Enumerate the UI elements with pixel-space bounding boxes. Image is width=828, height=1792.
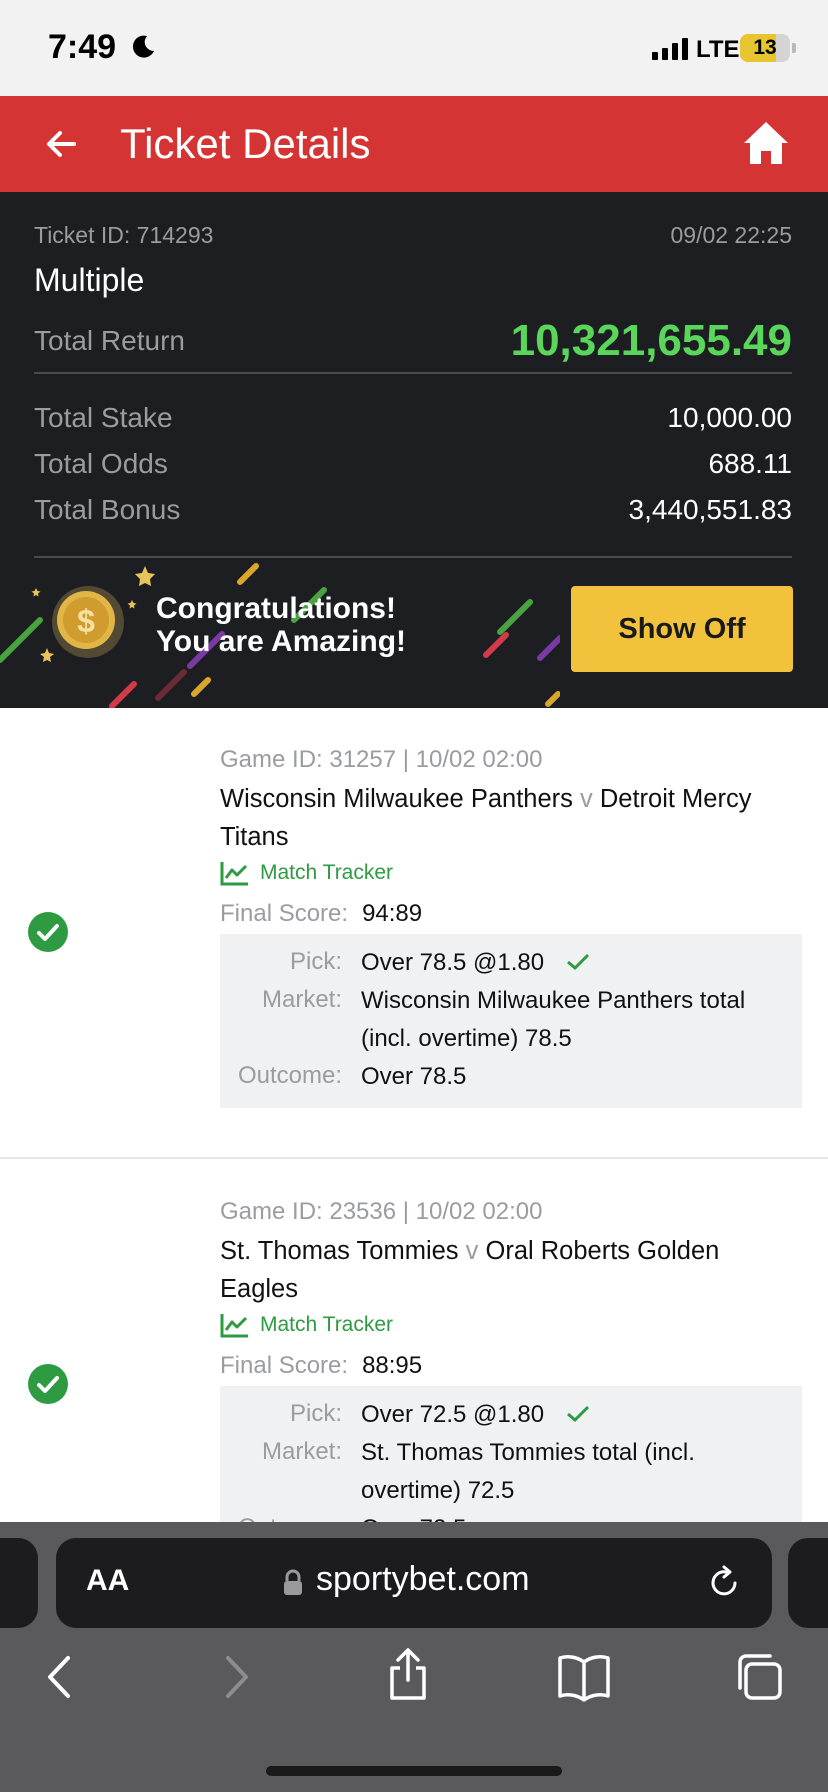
total-bonus-value: 3,440,551.83 bbox=[628, 494, 793, 525]
home-indicator bbox=[266, 1766, 562, 1776]
game-id: Game ID: 23536 | 10/02 02:00 bbox=[220, 1198, 543, 1225]
pick-value: Over 72.5 @1.80 bbox=[361, 1401, 545, 1428]
chevron-left-icon[interactable] bbox=[40, 1652, 80, 1702]
bet-selection-2: Game ID: 23536 | 10/02 02:00 St. Thomas … bbox=[0, 1160, 828, 1522]
total-odds-label: Total Odds bbox=[34, 448, 168, 479]
match-teams: St. Thomas Tommies v Oral Roberts Golden… bbox=[220, 1232, 778, 1308]
ticket-id: Ticket ID: 714293 bbox=[34, 222, 214, 248]
page-title: Ticket Details bbox=[120, 120, 371, 167]
network-label: LTE bbox=[696, 36, 740, 63]
congrats-banner: $ Congratulations! You are Amazing! Show… bbox=[0, 558, 828, 708]
check-circle-icon bbox=[28, 1364, 68, 1404]
chart-line-icon bbox=[220, 1314, 248, 1338]
text-size-button[interactable]: AA bbox=[86, 1564, 129, 1598]
divider bbox=[0, 1157, 828, 1159]
bet-detail-box: Pick: Over 72.5 @1.80 Market: St. Thomas… bbox=[220, 1386, 802, 1522]
home-team: St. Thomas Tommies bbox=[220, 1237, 459, 1265]
chart-line-icon bbox=[220, 862, 248, 886]
total-odds-value: 688.11 bbox=[708, 448, 792, 479]
ticket-type: Multiple bbox=[34, 262, 145, 298]
browser-toolbar: AA sportybet.com bbox=[0, 1522, 828, 1792]
outcome-value: Over 72.5 bbox=[361, 1510, 782, 1522]
share-icon[interactable] bbox=[386, 1646, 430, 1702]
checkmark-icon bbox=[566, 1405, 589, 1423]
pick-label: Pick: bbox=[289, 948, 342, 975]
moon-icon bbox=[132, 35, 154, 58]
outcome-value: Over 78.5 bbox=[361, 1063, 467, 1090]
congrats-text: Congratulations! You are Amazing! bbox=[156, 592, 406, 658]
bet-selection-1: Game ID: 31257 | 10/02 02:00 Wisconsin M… bbox=[0, 708, 828, 1158]
previous-tab[interactable] bbox=[0, 1538, 38, 1628]
match-teams: Wisconsin Milwaukee Panthers v Detroit M… bbox=[220, 780, 778, 856]
home-icon[interactable] bbox=[742, 118, 790, 168]
total-return-value: 10,321,655.49 bbox=[510, 316, 792, 365]
market-value: St. Thomas Tommies total (incl. overtime… bbox=[361, 1439, 695, 1504]
ticket-summary: Ticket ID: 714293 09/02 22:25 Multiple T… bbox=[0, 192, 828, 558]
vs-label: v bbox=[465, 1237, 479, 1265]
arrow-left-icon[interactable] bbox=[40, 122, 84, 166]
app-header: Ticket Details bbox=[0, 96, 828, 192]
congrats-line-1: Congratulations! bbox=[156, 592, 396, 625]
market-value: Wisconsin Milwaukee Panthers total (incl… bbox=[361, 987, 746, 1052]
vs-label: v bbox=[580, 785, 593, 813]
match-tracker-link[interactable]: Match Tracker bbox=[220, 1312, 393, 1338]
ticket-datetime: 09/02 22:25 bbox=[670, 222, 792, 248]
battery-icon: 13 bbox=[740, 34, 790, 62]
signal-icon bbox=[652, 38, 688, 60]
total-return-label: Total Return bbox=[34, 325, 185, 356]
battery-level: 13 bbox=[753, 36, 777, 59]
market-label: Market: bbox=[261, 1438, 342, 1465]
address-bar[interactable]: AA sportybet.com bbox=[56, 1538, 772, 1628]
match-tracker-link[interactable]: Match Tracker bbox=[220, 860, 393, 886]
pick-label: Pick: bbox=[289, 1400, 342, 1427]
show-off-button[interactable]: Show Off bbox=[571, 586, 793, 672]
match-tracker-label: Match Tracker bbox=[260, 1313, 394, 1336]
congrats-line-2: You are Amazing! bbox=[156, 625, 407, 658]
check-circle-icon bbox=[28, 912, 68, 952]
game-id: Game ID: 31257 | 10/02 02:00 bbox=[220, 746, 543, 773]
status-bar: 7:49 LTE 13 bbox=[0, 0, 828, 96]
final-score-label: Final Score: bbox=[220, 900, 349, 927]
final-score: Final Score: 94:89 bbox=[220, 900, 422, 928]
outcome-label: Outcome: bbox=[238, 1514, 342, 1522]
checkmark-icon bbox=[566, 953, 589, 971]
home-team: Wisconsin Milwaukee Panthers bbox=[220, 785, 573, 813]
total-stake-value: 10,000.00 bbox=[667, 402, 792, 433]
reload-icon[interactable] bbox=[706, 1564, 742, 1602]
battery-tip bbox=[792, 43, 796, 53]
pick-value: Over 78.5 @1.80 bbox=[361, 949, 545, 976]
svg-text:$: $ bbox=[77, 603, 95, 639]
url-domain: sportybet.com bbox=[316, 1560, 530, 1598]
lock-icon bbox=[284, 1569, 302, 1595]
bookmarks-icon[interactable] bbox=[556, 1652, 612, 1702]
tabs-icon[interactable] bbox=[732, 1652, 784, 1702]
next-tab[interactable] bbox=[788, 1538, 828, 1628]
match-tracker-label: Match Tracker bbox=[260, 861, 394, 884]
divider bbox=[34, 372, 792, 374]
status-time: 7:49 bbox=[48, 28, 117, 66]
browser-nav bbox=[0, 1648, 828, 1712]
final-score-label: Final Score: bbox=[220, 1352, 349, 1379]
bet-detail-box: Pick: Over 78.5 @1.80 Market: Wisconsin … bbox=[220, 934, 802, 1108]
chevron-right-icon[interactable] bbox=[216, 1652, 256, 1702]
market-label: Market: bbox=[261, 986, 342, 1013]
final-score: Final Score: 88:95 bbox=[220, 1352, 422, 1380]
final-score-value: 94:89 bbox=[362, 900, 423, 927]
total-bonus-label: Total Bonus bbox=[34, 494, 181, 525]
final-score-value: 88:95 bbox=[362, 1352, 423, 1379]
total-stake-label: Total Stake bbox=[34, 402, 173, 433]
outcome-label: Outcome: bbox=[237, 1062, 342, 1089]
